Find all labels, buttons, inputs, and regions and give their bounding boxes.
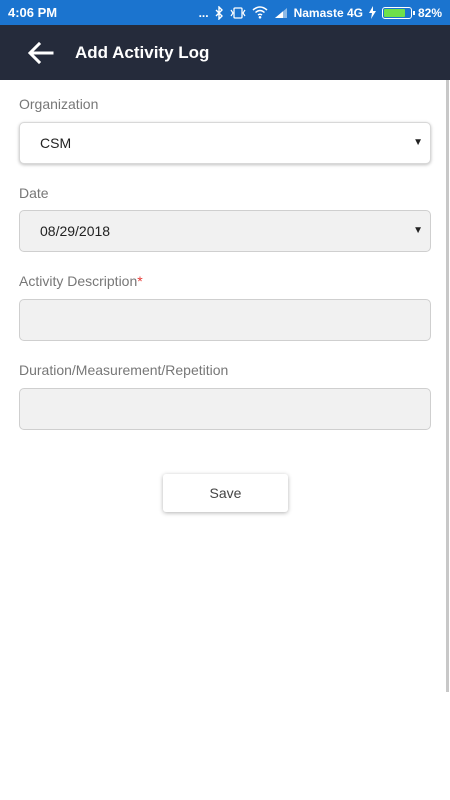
date-value: 08/29/2018 <box>40 223 111 239</box>
battery-icon <box>381 6 415 19</box>
date-label: Date <box>19 185 49 201</box>
duration-input[interactable] <box>19 388 431 430</box>
vibrate-icon <box>230 6 246 20</box>
organization-value: CSM <box>40 135 72 151</box>
arrow-left-icon <box>28 41 54 64</box>
status-bar: 4:06 PM ... Namaste 4G 82% <box>0 0 450 25</box>
carrier-name: Namaste 4G <box>293 5 363 20</box>
organization-label: Organization <box>19 96 99 112</box>
signal-icon <box>274 6 288 20</box>
back-button[interactable] <box>26 38 56 68</box>
wifi-icon <box>252 6 268 20</box>
activity-description-input[interactable] <box>19 299 431 341</box>
chevron-down-icon: ▼ <box>413 137 423 148</box>
duration-label: Duration/Measurement/Repetition <box>19 362 229 378</box>
more-dots: ... <box>198 5 209 20</box>
status-time: 4:06 PM <box>8 5 58 20</box>
save-button[interactable]: Save <box>163 474 288 512</box>
organization-select[interactable]: CSM ▼ <box>19 122 431 164</box>
battery-level <box>383 8 406 17</box>
status-icons: ... Namaste 4G 82% <box>198 5 442 20</box>
activity-description-label-text: Activity Description <box>19 273 138 289</box>
scrollbar[interactable] <box>446 80 449 692</box>
battery-percent: 82% <box>417 5 442 20</box>
bluetooth-icon <box>215 5 224 20</box>
charging-icon <box>368 6 376 20</box>
page-title: Add Activity Log <box>75 42 210 62</box>
app-bar: Add Activity Log <box>0 25 450 80</box>
date-select[interactable]: 08/29/2018 ▼ <box>19 210 431 252</box>
activity-description-label: Activity Description* <box>19 273 143 289</box>
required-marker: * <box>137 273 143 289</box>
chevron-down-icon: ▼ <box>413 225 423 236</box>
